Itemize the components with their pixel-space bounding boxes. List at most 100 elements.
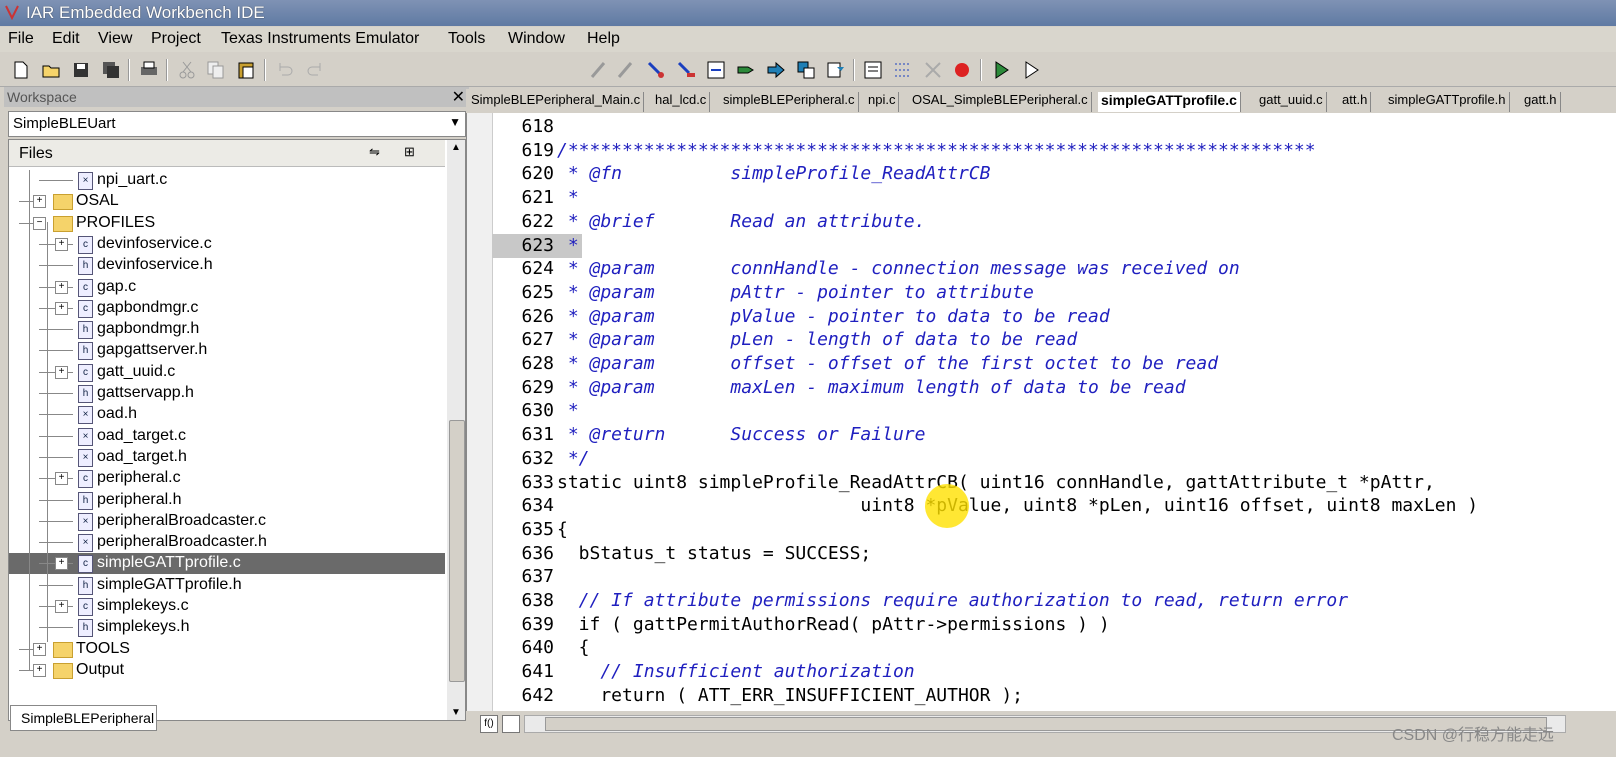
code-line[interactable]: * (557, 400, 579, 421)
code-line[interactable]: * @param pAttr - pointer to attribute (557, 282, 1034, 303)
toggle-bookmark-icon[interactable] (588, 59, 610, 81)
code-line[interactable]: * @param offset - offset of the first oc… (557, 353, 1218, 374)
next-bookmark-icon[interactable] (615, 59, 637, 81)
tab-att-h[interactable]: att.h (1339, 92, 1372, 112)
tree-scrollbar[interactable]: ▲ ▼ (447, 140, 465, 720)
tab-simpleble-main[interactable]: SimpleBLEPeripheral_Main.c (468, 92, 645, 112)
batch-build-icon[interactable] (825, 59, 847, 81)
print-icon[interactable] (138, 59, 160, 81)
tree-file[interactable]: h simplekeys.h (9, 617, 445, 638)
menu-edit[interactable]: Edit (52, 30, 80, 48)
tree-file[interactable]: + c gatt_uuid.c (9, 362, 445, 383)
make-icon[interactable] (765, 59, 787, 81)
cut-icon[interactable] (176, 59, 198, 81)
tab-osal-simpleble[interactable]: OSAL_SimpleBLEPeripheral.c (909, 92, 1092, 112)
find-next-icon[interactable] (675, 59, 697, 81)
workspace-project-select[interactable]: SimpleBLEUart ▼ (8, 111, 466, 137)
tree-file[interactable]: + c gapbondmgr.c (9, 298, 445, 319)
clear-breakpoints-icon[interactable] (922, 59, 944, 81)
expand-icon[interactable]: + (33, 663, 46, 677)
save-all-icon[interactable] (100, 59, 122, 81)
tree-file[interactable]: h gapbondmgr.h (9, 319, 445, 340)
tab-npi[interactable]: npi.c (865, 92, 900, 112)
new-file-icon[interactable] (10, 59, 32, 81)
tree-file[interactable]: × oad_target.c (9, 426, 445, 447)
scroll-up-icon[interactable]: ▲ (451, 142, 461, 153)
debug-without-download-icon[interactable] (1020, 59, 1042, 81)
tree-file[interactable]: × npi_uart.c (9, 170, 445, 191)
menu-view[interactable]: View (98, 30, 132, 48)
expand-icon[interactable]: + (55, 557, 68, 571)
expand-icon[interactable]: + (55, 472, 68, 486)
download-debug-icon[interactable] (990, 59, 1012, 81)
code-line[interactable]: * @return Success or Failure (557, 424, 926, 445)
find-icon[interactable] (645, 59, 667, 81)
code-line[interactable]: if ( gattPermitAuthorRead( pAttr->permis… (557, 614, 1110, 635)
code-line[interactable]: // If attribute permissions require auth… (557, 590, 1348, 611)
tree-file[interactable]: h simpleGATTprofile.h (9, 575, 445, 596)
stop-debug-icon[interactable] (951, 59, 973, 81)
split-view-icon[interactable] (502, 715, 520, 733)
tab-simplegattprofile-c[interactable]: simpleGATTprofile.c (1098, 92, 1241, 112)
compile-icon[interactable] (735, 59, 757, 81)
tab-hal-lcd[interactable]: hal_lcd.c (652, 92, 711, 112)
menu-window[interactable]: Window (508, 30, 565, 48)
close-icon[interactable]: ✕ (452, 87, 465, 107)
expand-icon[interactable]: + (33, 642, 46, 656)
menu-ti-emulator[interactable]: Texas Instruments Emulator (221, 30, 419, 48)
code-line[interactable]: * (557, 187, 579, 208)
tab-simpleble-peripheral[interactable]: simpleBLEPeripheral.c (720, 92, 859, 112)
code-line[interactable]: static uint8 simpleProfile_ReadAttrCB( u… (557, 472, 1435, 493)
function-navigator-icon[interactable]: f() (480, 715, 498, 733)
code-editor[interactable]: 618 619/*********************************… (466, 113, 1616, 711)
tree-file[interactable]: + c gap.c (9, 277, 445, 298)
tree-file[interactable]: h peripheral.h (9, 490, 445, 511)
code-line[interactable]: return ( ATT_ERR_INSUFFICIENT_AUTHOR ); (557, 685, 1023, 706)
tree-folder[interactable]: + OSAL (9, 191, 445, 212)
menu-tools[interactable]: Tools (448, 30, 485, 48)
toggle-breakpoint-icon[interactable] (862, 59, 884, 81)
code-line[interactable]: * @param pValue - pointer to data to be … (557, 306, 1110, 327)
tree-file[interactable]: h gapgattserver.h (9, 340, 445, 361)
code-line[interactable]: * @param pLen - length of data to be rea… (557, 329, 1077, 350)
tab-gatt-h[interactable]: gatt.h (1521, 92, 1561, 112)
expand-icon[interactable]: + (55, 365, 68, 379)
tree-file[interactable]: × oad_target.h (9, 447, 445, 468)
rebuild-icon[interactable] (795, 59, 817, 81)
expand-icon[interactable]: + (33, 195, 46, 209)
code-line[interactable]: * @param connHandle - connection message… (557, 258, 1240, 279)
expand-icon[interactable]: + (55, 237, 68, 251)
tree-file[interactable]: + c simpleGATTprofile.c (9, 553, 445, 575)
go-to-icon[interactable] (705, 59, 727, 81)
tree-file[interactable]: h gattservapp.h (9, 383, 445, 404)
menu-file[interactable]: File (8, 30, 34, 48)
tree-file[interactable]: × peripheralBroadcaster.h (9, 532, 445, 553)
tree-file[interactable]: + c peripheral.c (9, 468, 445, 489)
paste-icon[interactable] (235, 59, 257, 81)
expand-icon[interactable]: + (55, 600, 68, 613)
files-options-icon[interactable]: ⇋ (369, 144, 380, 160)
code-line[interactable]: /***************************************… (557, 140, 1316, 161)
grid-icon[interactable] (892, 59, 914, 81)
tree-file[interactable]: × oad.h (9, 404, 445, 425)
open-folder-icon[interactable] (40, 59, 62, 81)
code-line[interactable]: */ (557, 448, 590, 469)
code-line[interactable]: // Insufficient authorization (557, 661, 914, 682)
tree-folder[interactable]: − PROFILES (9, 213, 445, 234)
copy-icon[interactable] (205, 59, 227, 81)
code-line[interactable]: bStatus_t status = SUCCESS; (557, 543, 872, 564)
save-icon[interactable] (70, 59, 92, 81)
tree-file[interactable]: × peripheralBroadcaster.c (9, 511, 445, 532)
menu-help[interactable]: Help (587, 30, 620, 48)
tab-gatt-uuid[interactable]: gatt_uuid.c (1256, 92, 1327, 112)
workspace-bottom-tab[interactable]: SimpleBLEPeripheral (10, 705, 157, 731)
code-line[interactable]: uint8 *pValue, uint8 *pLen, uint16 offse… (557, 495, 1478, 516)
scrollbar-thumb[interactable] (449, 420, 465, 682)
scroll-down-icon[interactable]: ▼ (451, 707, 461, 718)
menu-project[interactable]: Project (151, 30, 201, 48)
redo-icon[interactable] (304, 59, 326, 81)
collapse-icon[interactable]: − (33, 216, 46, 230)
code-line[interactable]: * @fn simpleProfile_ReadAttrCB (557, 163, 991, 184)
tree-file[interactable]: + c simplekeys.c (9, 596, 445, 617)
code-line[interactable]: { (557, 519, 568, 540)
